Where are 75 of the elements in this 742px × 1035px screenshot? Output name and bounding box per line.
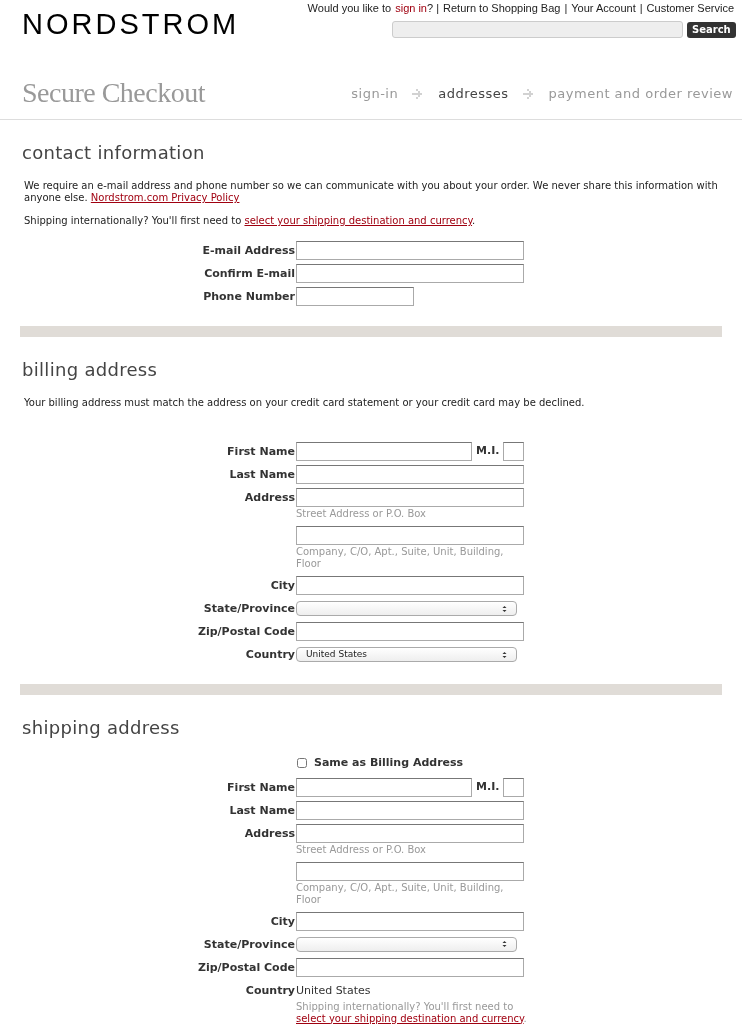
input-field[interactable] xyxy=(296,442,472,461)
country-value: United States xyxy=(296,982,372,999)
input-field[interactable] xyxy=(296,241,524,260)
header-text: ? | xyxy=(427,1,439,16)
header-text: Return to Shopping Bag xyxy=(443,1,561,16)
field-label: Last Name xyxy=(228,467,296,483)
field-label: City xyxy=(269,578,296,594)
input-field[interactable] xyxy=(296,823,524,843)
field-label: Confirm E-mail xyxy=(203,266,296,282)
search-button[interactable]: Search xyxy=(687,21,736,38)
input-field[interactable] xyxy=(296,861,524,881)
up-down-arrows-icon xyxy=(502,650,507,659)
field-label: Phone Number xyxy=(202,289,296,305)
field-label: M.I. xyxy=(476,778,500,795)
logo[interactable]: NORDSTROM xyxy=(22,10,240,39)
field-label: Address xyxy=(243,825,296,842)
header-text: | xyxy=(639,1,643,16)
input-field[interactable] xyxy=(296,287,414,306)
input-field[interactable] xyxy=(503,442,525,461)
step-label: sign-in xyxy=(351,85,399,103)
input-field[interactable] xyxy=(296,911,524,931)
dotted-arrow-icon xyxy=(522,87,535,100)
field-hint: Street Address or P.O. Box xyxy=(296,508,428,520)
link[interactable]: Nordstrom.com Privacy Policy xyxy=(90,192,240,203)
search-field[interactable] xyxy=(392,21,683,38)
field-label: Zip/Postal Code xyxy=(196,624,296,640)
info-text: We require an e-mail address and phone number so we can communicate with you about your order. We never share this information with anyone else. Nordstrom.com Privacy Policy xyxy=(24,180,718,204)
dropdown[interactable]: United States xyxy=(296,647,517,662)
step-label: payment and order review xyxy=(548,85,733,103)
field-hint: Company, C/O, Apt., Suite, Unit, Building, Floor xyxy=(296,546,505,570)
link[interactable]: select your shipping destination and currency xyxy=(296,1012,524,1024)
input-field[interactable] xyxy=(296,957,524,977)
sign-in-link[interactable]: sign in xyxy=(395,0,427,17)
header-text: Your Account xyxy=(571,1,636,16)
field-label: Address xyxy=(243,490,296,506)
input-field[interactable] xyxy=(296,800,524,820)
header-text: Customer Service xyxy=(646,1,734,16)
info-text: Shipping internationally? You'll first need to select your shipping destination and currency. xyxy=(24,215,477,227)
field-label: First Name xyxy=(226,444,296,460)
field-label: First Name xyxy=(226,779,296,796)
input-field[interactable] xyxy=(296,777,472,797)
input-field[interactable] xyxy=(296,465,524,484)
input-field[interactable] xyxy=(296,622,524,641)
field-label: State/Province xyxy=(202,936,296,953)
section-heading: shipping address xyxy=(22,716,181,740)
page-title: Secure Checkout xyxy=(22,76,205,110)
up-down-arrows-icon xyxy=(502,940,507,948)
field-label: Country xyxy=(244,982,296,999)
dropdown[interactable] xyxy=(296,601,517,616)
section-heading: billing address xyxy=(22,358,159,382)
input-field[interactable] xyxy=(296,488,524,507)
field-label: Zip/Postal Code xyxy=(196,959,296,976)
step-label: addresses xyxy=(438,85,509,103)
field-label: E-mail Address xyxy=(201,243,296,259)
input-field[interactable] xyxy=(296,576,524,595)
dotted-arrow-icon xyxy=(412,87,425,100)
field-label: M.I. xyxy=(476,443,500,460)
field-hint: Street Address or P.O. Box xyxy=(296,843,428,856)
input-field[interactable] xyxy=(503,777,525,797)
field-hint: Company, C/O, Apt., Suite, Unit, Building, Floor xyxy=(296,881,505,906)
header-text: Would you like to xyxy=(307,1,392,16)
field-label: Last Name xyxy=(228,802,296,819)
info-text: Shipping internationally? You'll first need to select your shipping destination and currency. xyxy=(296,1000,528,1025)
checkbox[interactable] xyxy=(297,758,307,769)
dropdown[interactable] xyxy=(296,936,517,952)
input-field[interactable] xyxy=(296,264,524,283)
field-label: City xyxy=(269,913,296,930)
input-field[interactable] xyxy=(296,526,524,545)
up-down-arrows-icon xyxy=(502,604,507,613)
field-label: State/Province xyxy=(202,601,296,617)
checkbox-label: Same as Billing Address xyxy=(314,755,464,771)
info-text: Your billing address must match the address on your credit card statement or your credit card may be declined. xyxy=(24,397,586,409)
header-text: | xyxy=(564,1,568,16)
field-label: Country xyxy=(244,647,296,663)
section-heading: contact information xyxy=(22,141,206,165)
